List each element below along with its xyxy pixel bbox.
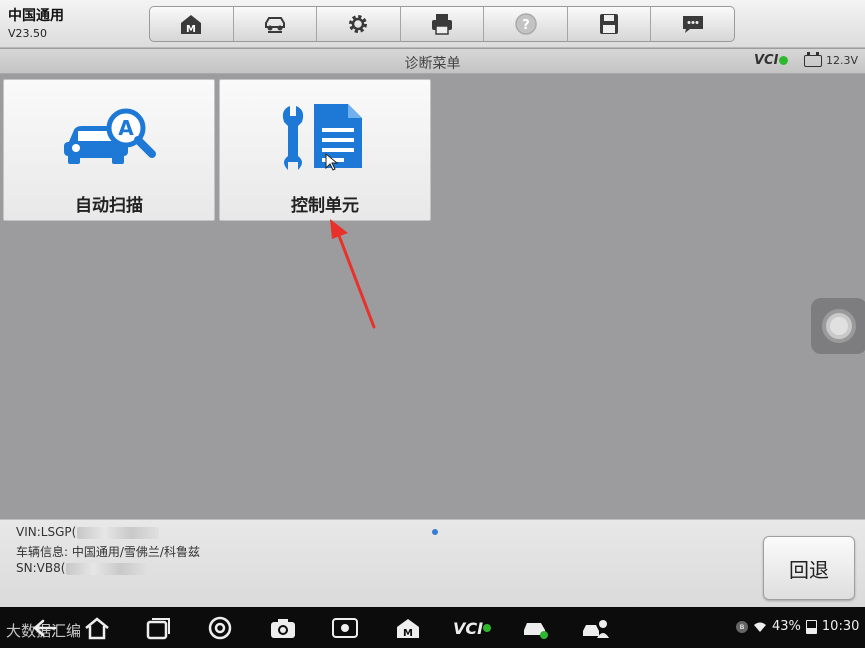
message-icon — [682, 16, 703, 33]
sn-text: SN:VB8( — [16, 561, 66, 575]
vehicle-info-line: 车辆信息: 中国通用/雪佛兰/科鲁兹 — [16, 545, 200, 559]
check-icon — [779, 56, 789, 65]
vci-app-button[interactable]: VCI — [452, 615, 492, 641]
vin-line: VIN:LSGP( — [16, 525, 160, 539]
car-auto-scan-icon: A — [64, 108, 156, 164]
car-person-icon — [583, 620, 609, 638]
title-strip: 诊断菜单 VCI 12.3V — [0, 49, 865, 74]
chrome-icon — [208, 616, 232, 640]
save-icon — [600, 14, 619, 34]
floating-assist-button[interactable] — [811, 298, 865, 354]
vin-text: VIN:LSGP( — [16, 525, 77, 539]
clock-time: 10:30 — [821, 619, 860, 634]
camera-app-button[interactable] — [268, 615, 298, 641]
help-button[interactable]: ? — [484, 7, 568, 41]
vci-nav-label: VCI — [452, 618, 484, 638]
maxisys-home-button[interactable]: M — [393, 615, 423, 641]
remote-expert-button[interactable] — [580, 615, 610, 641]
brand: 中国通用 V23.50 — [8, 8, 64, 40]
printer-icon — [432, 14, 453, 35]
svg-text:M: M — [186, 24, 196, 35]
redaction-blur — [66, 562, 149, 575]
brightness-icon — [332, 618, 358, 638]
vci-status: VCI — [754, 53, 789, 68]
brightness-app-button[interactable] — [330, 615, 360, 641]
voltage-value: 12.3V — [826, 54, 859, 67]
home-m-icon: M — [181, 15, 202, 35]
page-indicator-dot — [432, 529, 438, 535]
wifi-icon — [754, 622, 766, 632]
home-button[interactable]: M — [150, 7, 234, 41]
auto-scan-tile[interactable]: A 自动扫描 — [3, 79, 215, 221]
redaction-blur — [77, 526, 160, 539]
vehicle-button[interactable] — [234, 7, 318, 41]
system-navbar: 大数据汇编 M VCI ʙ 43% 10:30 — [0, 607, 865, 648]
svg-text:A: A — [118, 116, 134, 140]
annotation-arrow-icon — [330, 219, 376, 329]
control-unit-tile[interactable]: 控制单元 — [219, 79, 431, 221]
chrome-app-button[interactable] — [205, 615, 235, 641]
app-version: V23.50 — [8, 27, 48, 40]
tile-label: 控制单元 — [291, 196, 359, 216]
toolbar: M ? — [149, 6, 735, 42]
gear-icon — [349, 15, 368, 33]
app-title: 中国通用 — [8, 8, 64, 24]
vehicle-info-panel: VIN:LSGP( 车辆信息: 中国通用/雪佛兰/科鲁兹 SN:VB8( 回退 — [0, 519, 865, 607]
vehicle-app-button[interactable] — [520, 615, 550, 641]
message-button[interactable] — [651, 7, 734, 41]
nav-back-button[interactable] — [30, 615, 60, 641]
svg-text:M: M — [403, 628, 413, 639]
tile-label: 自动扫描 — [75, 196, 143, 216]
battery-percent: 43% — [772, 619, 801, 634]
battery-voltage: 12.3V — [804, 51, 859, 67]
nav-home-button[interactable] — [82, 615, 112, 641]
home-icon — [85, 617, 109, 640]
wrench-document-icon — [282, 104, 362, 171]
check-icon — [483, 624, 492, 632]
vci-label: VCI — [754, 53, 779, 68]
vehicle-lift-icon — [264, 17, 285, 33]
save-button[interactable] — [568, 7, 652, 41]
assist-circle-icon — [822, 309, 856, 343]
nav-recents-button[interactable] — [143, 615, 173, 641]
status-tray: ʙ 43% 10:30 — [736, 619, 859, 634]
settings-button[interactable] — [317, 7, 401, 41]
back-arrow-icon — [33, 619, 57, 637]
top-bar: 中国通用 V23.50 M ? — [0, 0, 865, 48]
battery-icon — [805, 619, 817, 634]
print-button[interactable] — [401, 7, 485, 41]
svg-text:?: ? — [522, 18, 530, 33]
sn-line: SN:VB8( — [16, 561, 149, 575]
car-battery-icon — [804, 51, 822, 67]
back-button[interactable]: 回退 — [763, 536, 855, 600]
help-icon: ? — [514, 13, 537, 35]
car-check-icon — [524, 623, 548, 639]
recent-apps-icon — [146, 618, 170, 640]
bluetooth-icon: ʙ — [736, 620, 748, 633]
camera-icon — [271, 619, 295, 638]
page-title: 诊断菜单 — [404, 56, 461, 72]
home-m-icon: M — [397, 619, 419, 639]
